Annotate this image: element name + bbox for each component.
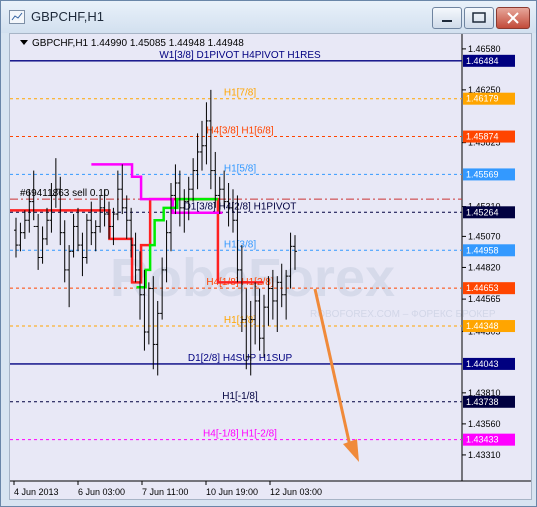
y-tick-label: 1.44565: [468, 294, 501, 304]
window-title: GBPCHF,H1: [31, 9, 104, 24]
price-tag-label: 1.44653: [466, 283, 499, 293]
watermark-tagline: ROBOFOREX.COM – ФОРЕКС БРОКЕР: [310, 309, 496, 320]
dropdown-triangle-icon[interactable]: [20, 40, 28, 45]
price-tag-label: 1.45569: [466, 169, 499, 179]
level-label: W1[3/8] D1PIVOT H4PIVOT H1RES: [159, 50, 321, 61]
price-tag-label: 1.43433: [466, 435, 499, 445]
y-tick-label: 1.43560: [468, 419, 501, 429]
y-tick-label: 1.43310: [468, 450, 501, 460]
x-tick-label: 6 Jun 03:00: [78, 487, 125, 497]
level-label: H4[-1/8] H1[-2/8]: [203, 429, 277, 440]
level-label: H1[1/8]: [224, 315, 256, 326]
close-button[interactable]: [496, 7, 530, 29]
maximize-icon: [472, 12, 486, 23]
price-tag-label: 1.45874: [466, 132, 499, 142]
level-label: H1[3/8]: [224, 239, 256, 250]
price-tag-label: 1.44958: [466, 245, 499, 255]
x-tick-label: 7 Jun 11:00: [142, 487, 188, 497]
title-bar[interactable]: GBPCHF,H1: [1, 1, 536, 33]
chart-window-icon: [9, 10, 25, 24]
price-tag-label: 1.46179: [466, 94, 499, 104]
level-label: H1[5/8]: [224, 163, 256, 174]
price-tag-label: 1.45264: [466, 207, 499, 217]
maximize-button[interactable]: [464, 7, 494, 29]
y-tick-label: 1.45070: [468, 231, 501, 241]
level-label: D1[2/8] H4SUP H1SUP: [188, 353, 293, 364]
minimize-button[interactable]: [432, 7, 462, 29]
price-tag-label: 1.43738: [466, 397, 499, 407]
close-icon: [507, 12, 519, 24]
minimize-icon: [442, 20, 452, 22]
y-tick-label: 1.46580: [468, 44, 501, 54]
ohlc-header: GBPCHF,H1 1.44990 1.45085 1.44948 1.4494…: [20, 38, 244, 49]
forecast-arrow-head: [343, 439, 359, 462]
price-chart[interactable]: RoboForexROBOFOREX.COM – ФОРЕКС БРОКЕР1.…: [10, 34, 531, 499]
level-label: H4[3/8] H1[6/8]: [206, 126, 273, 137]
ohlc-text: GBPCHF,H1 1.44990 1.45085 1.44948 1.4494…: [32, 38, 244, 49]
price-tag-label: 1.44043: [466, 359, 499, 369]
price-tag-label: 1.44348: [466, 321, 499, 331]
level-label: H1[7/8]: [224, 88, 256, 99]
level-label: H1[-1/8]: [222, 391, 258, 402]
level-label: D1[3/8] H4[2/8] H1PIVOT: [184, 201, 297, 212]
x-tick-label: 12 Jun 03:00: [270, 487, 322, 497]
chart-window: GBPCHF,H1 RoboForex ROBOFOREX.COM – ФОРЕК…: [0, 0, 537, 507]
price-tag-label: 1.46484: [466, 56, 499, 66]
chart-area[interactable]: RoboForex ROBOFOREX.COM – ФОРЕКС БРОКЕР 1.…: [9, 33, 532, 500]
x-tick-label: 10 Jun 19:00: [206, 487, 258, 497]
y-tick-label: 1.44820: [468, 262, 501, 272]
x-tick-label: 4 Jun 2013: [14, 487, 59, 497]
